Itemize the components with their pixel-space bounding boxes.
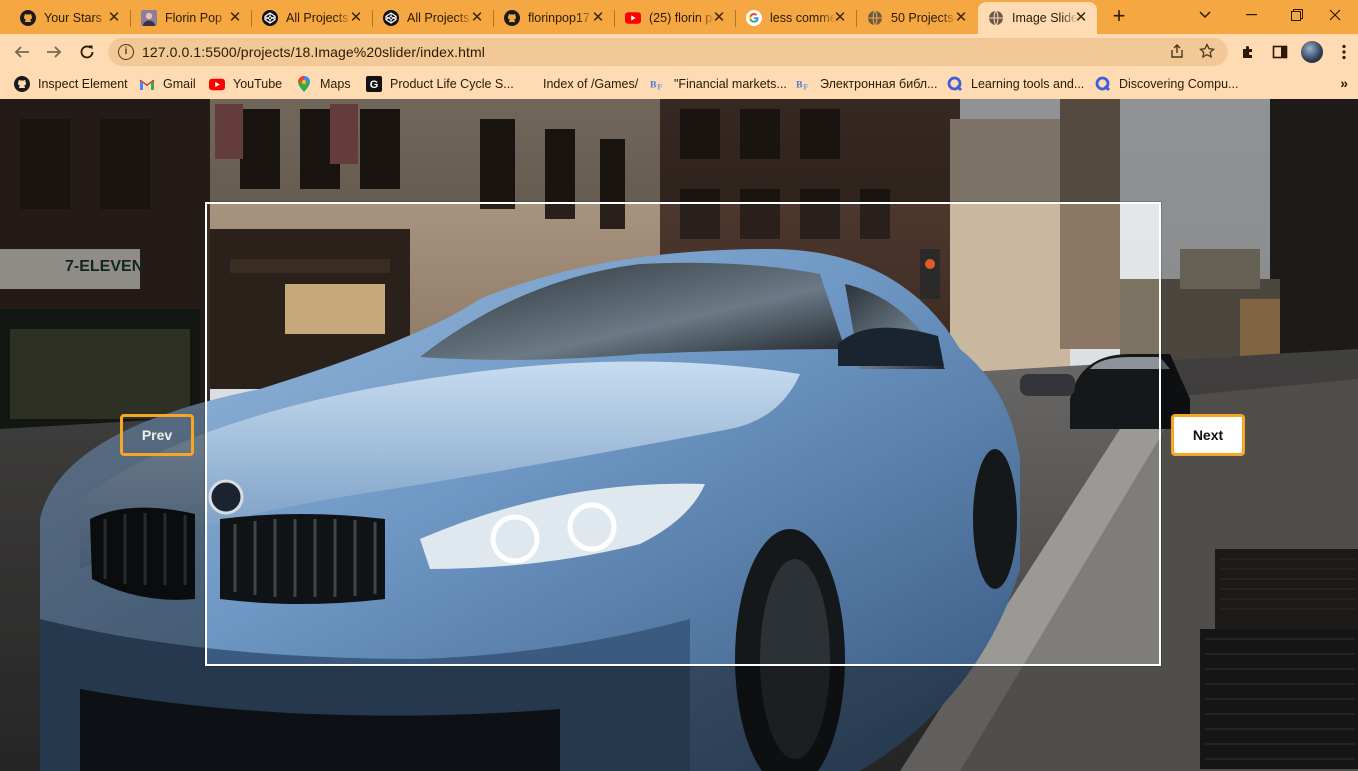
tab-all-projects-2[interactable]: All Projects ✕ <box>373 2 494 34</box>
close-tab-icon[interactable]: ✕ <box>1073 10 1089 26</box>
svg-text:B: B <box>650 80 657 91</box>
bookmark-financial-markets[interactable]: BF "Financial markets... <box>650 75 787 93</box>
tab-title: Your Stars <box>44 11 102 25</box>
tab-florinpop17[interactable]: florinpop17 ✕ <box>494 2 615 34</box>
address-url[interactable]: 127.0.0.1:5500/projects/18.Image%20slide… <box>142 44 485 60</box>
bookmark-label: Inspect Element <box>38 77 128 91</box>
close-window-button[interactable] <box>1312 0 1358 30</box>
q-icon <box>947 76 963 92</box>
site-info-icon[interactable]: i <box>118 44 134 60</box>
slide-image <box>207 204 1159 664</box>
tab-50-projects[interactable]: 50 Projects ✕ <box>857 2 977 34</box>
svg-text:F: F <box>657 81 662 91</box>
menu-kebab-icon[interactable] <box>1334 42 1354 62</box>
tab-title: 50 Projects <box>891 11 954 25</box>
tab-your-stars[interactable]: Your Stars ✕ <box>10 2 131 34</box>
prev-button[interactable]: Prev <box>120 414 194 456</box>
bookmark-label: Maps <box>320 77 351 91</box>
tab-image-slider[interactable]: Image Slider ✕ <box>978 2 1097 34</box>
codepen-icon <box>262 10 278 26</box>
address-bar[interactable]: i 127.0.0.1:5500/projects/18.Image%20sli… <box>108 38 1228 66</box>
bookmark-discovering-computers[interactable]: Discovering Compu... <box>1095 75 1239 93</box>
bf-icon: BF <box>796 76 812 92</box>
bookmark-index-of-games[interactable]: Index of /Games/ <box>543 75 638 93</box>
bookmark-label: Электронная библ... <box>820 77 938 91</box>
bookmark-youtube[interactable]: YouTube <box>209 75 282 93</box>
svg-text:7-ELEVEN: 7-ELEVEN <box>65 258 143 275</box>
browser-toolbar: i 127.0.0.1:5500/projects/18.Image%20sli… <box>0 34 1358 70</box>
side-panel-icon[interactable] <box>1270 42 1290 62</box>
close-tab-icon[interactable]: ✕ <box>469 10 485 26</box>
close-tab-icon[interactable]: ✕ <box>711 10 727 26</box>
avatar-icon <box>141 10 157 26</box>
bookmark-learning-tools[interactable]: Learning tools and... <box>947 75 1084 93</box>
svg-text:F: F <box>803 81 808 91</box>
tab-search-chevron-icon[interactable] <box>1182 0 1228 30</box>
tab-google-search[interactable]: less comments ✕ <box>736 2 857 34</box>
gmail-icon <box>139 76 155 92</box>
bookmark-label: Product Life Cycle S... <box>390 77 514 91</box>
slider-frame <box>205 202 1161 666</box>
profile-avatar[interactable] <box>1301 41 1323 63</box>
bookmark-maps[interactable]: Maps <box>296 75 351 93</box>
share-icon[interactable] <box>1168 43 1186 61</box>
tab-strip: Your Stars ✕ Florin Pop ✕ All Projects ✕… <box>0 0 1358 34</box>
tab-florin-pop[interactable]: Florin Pop ✕ <box>131 2 252 34</box>
bookmark-label: "Financial markets... <box>674 77 787 91</box>
bookmark-electronic-library[interactable]: BF Электронная библ... <box>796 75 938 93</box>
page-viewport: 7-ELEVEN Prev Next <box>0 99 1358 771</box>
globe-icon <box>988 10 1004 26</box>
svg-text:B: B <box>796 80 803 91</box>
bookmark-gmail[interactable]: Gmail <box>139 75 196 93</box>
bookmark-label: Index of /Games/ <box>543 77 639 91</box>
bookmark-label: YouTube <box>233 77 283 91</box>
tab-title: Florin Pop <box>165 11 222 25</box>
codepen-icon <box>383 10 399 26</box>
close-tab-icon[interactable]: ✕ <box>348 10 364 26</box>
g-square-icon: G <box>366 76 382 92</box>
tab-title: florinpop17 <box>528 11 590 25</box>
close-tab-icon[interactable]: ✕ <box>832 10 848 26</box>
next-button[interactable]: Next <box>1171 414 1245 456</box>
bookmarks-bar: Inspect Element Gmail YouTube Maps G Pro… <box>0 70 1358 99</box>
minimize-button[interactable] <box>1228 0 1274 30</box>
close-tab-icon[interactable]: ✕ <box>106 10 122 26</box>
new-tab-button[interactable]: + <box>1108 5 1130 28</box>
close-tab-icon[interactable]: ✕ <box>953 10 969 26</box>
globe-icon <box>867 10 883 26</box>
svg-text:G: G <box>370 79 379 91</box>
tab-title: All Projects <box>407 11 470 25</box>
youtube-icon <box>625 10 641 26</box>
bookmark-product-life-cycle[interactable]: G Product Life Cycle S... <box>366 75 514 93</box>
github-icon <box>14 76 30 92</box>
google-icon <box>746 10 762 26</box>
github-icon <box>20 10 36 26</box>
close-tab-icon[interactable]: ✕ <box>590 10 606 26</box>
bookmark-star-icon[interactable] <box>1198 42 1216 61</box>
extensions-puzzle-icon[interactable] <box>1238 42 1258 62</box>
tab-youtube[interactable]: (25) florin pop ✕ <box>615 2 736 34</box>
bookmark-label: Discovering Compu... <box>1119 77 1239 91</box>
tab-all-projects-1[interactable]: All Projects ✕ <box>252 2 373 34</box>
youtube-icon <box>209 76 225 92</box>
tab-title: Image Slider <box>1012 11 1078 25</box>
back-arrow-icon[interactable] <box>10 40 34 64</box>
bf-icon: BF <box>650 76 666 92</box>
q-icon <box>1095 76 1111 92</box>
bookmark-label: Learning tools and... <box>971 77 1085 91</box>
tab-title: All Projects <box>286 11 349 25</box>
bookmark-label: Gmail <box>163 77 196 91</box>
bookmark-inspect-element[interactable]: Inspect Element <box>14 75 128 93</box>
close-tab-icon[interactable]: ✕ <box>227 10 243 26</box>
forward-arrow-icon[interactable] <box>42 40 66 64</box>
maps-pin-icon <box>296 76 312 92</box>
tab-title: less comments <box>770 11 836 25</box>
github-icon <box>504 10 520 26</box>
tab-title: (25) florin pop <box>649 11 715 25</box>
more-bookmarks-icon[interactable]: » <box>1340 75 1348 91</box>
reload-icon[interactable] <box>75 40 99 64</box>
